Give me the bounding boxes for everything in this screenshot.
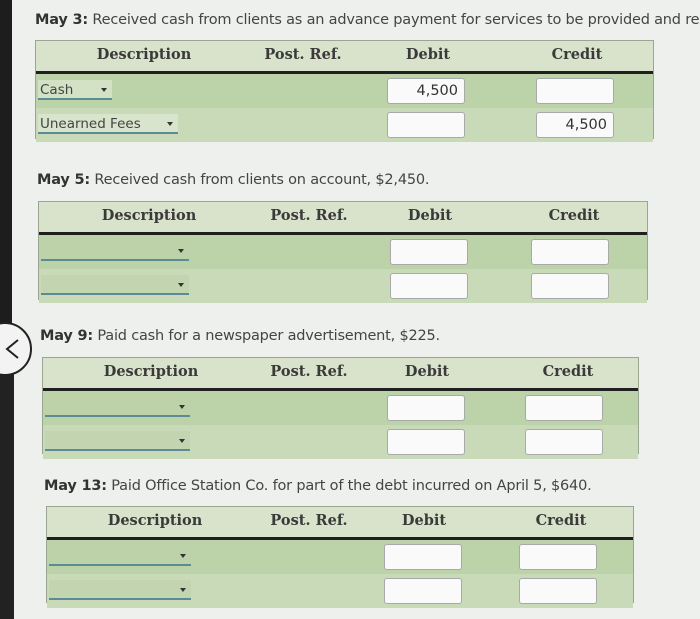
- debit-input[interactable]: [387, 429, 465, 455]
- entry-prompt: May 5: Received cash from clients on acc…: [37, 172, 430, 188]
- journal-row: [39, 269, 647, 303]
- col-credit: Credit: [548, 207, 600, 224]
- credit-input[interactable]: [536, 78, 614, 104]
- dropdown-caret-icon: [179, 405, 185, 409]
- col-post-ref: Post. Ref.: [264, 46, 342, 63]
- debit-input[interactable]: [390, 273, 468, 299]
- credit-input[interactable]: [531, 239, 609, 265]
- col-credit: Credit: [535, 512, 587, 529]
- entry-date: May 5:: [37, 172, 90, 188]
- chevron-left-icon: [5, 339, 19, 359]
- account-value: Cash: [40, 82, 74, 98]
- journal-row: [47, 574, 633, 608]
- col-description: Description: [107, 512, 203, 529]
- account-select[interactable]: [49, 580, 191, 600]
- entry-prompt: May 3: Received cash from clients as an …: [35, 12, 700, 28]
- journal-row: Unearned Fees 4,500: [36, 108, 653, 142]
- credit-input[interactable]: 4,500: [536, 112, 614, 138]
- dropdown-caret-icon: [178, 249, 184, 253]
- col-description: Description: [101, 207, 197, 224]
- journal-header: Description Post. Ref. Debit Credit: [47, 507, 633, 540]
- journal-row: [43, 391, 638, 425]
- col-credit: Credit: [542, 363, 594, 380]
- journal-header: Description Post. Ref. Debit Credit: [39, 202, 647, 235]
- journal-row: [47, 540, 633, 574]
- debit-input[interactable]: [387, 112, 465, 138]
- col-post-ref: Post. Ref.: [270, 512, 348, 529]
- dropdown-caret-icon: [167, 122, 173, 126]
- debit-input[interactable]: [387, 395, 465, 421]
- entry-prompt: May 9: Paid cash for a newspaper adverti…: [40, 328, 440, 344]
- col-description: Description: [103, 363, 199, 380]
- back-button[interactable]: [0, 322, 32, 376]
- journal-header: Description Post. Ref. Debit Credit: [36, 41, 653, 74]
- dropdown-caret-icon: [101, 88, 107, 92]
- account-select[interactable]: [49, 546, 191, 566]
- debit-input[interactable]: [390, 239, 468, 265]
- dropdown-caret-icon: [179, 439, 185, 443]
- journal-row: [39, 235, 647, 269]
- journal-table: Description Post. Ref. Debit Credit Cash…: [35, 40, 654, 142]
- journal-table: Description Post. Ref. Debit Credit: [46, 506, 634, 608]
- credit-input[interactable]: [525, 395, 603, 421]
- debit-input[interactable]: [384, 544, 462, 570]
- debit-input[interactable]: [384, 578, 462, 604]
- journal-table: Description Post. Ref. Debit Credit: [38, 201, 648, 303]
- col-description: Description: [96, 46, 192, 63]
- account-select[interactable]: [45, 397, 190, 417]
- account-select[interactable]: [41, 241, 189, 261]
- debit-input[interactable]: 4,500: [387, 78, 465, 104]
- entry-prompt: May 13: Paid Office Station Co. for part…: [44, 478, 592, 494]
- credit-input[interactable]: [519, 544, 597, 570]
- entry-text: Received cash from clients as an advance…: [92, 12, 700, 28]
- entry-date: May 13:: [44, 478, 107, 494]
- dropdown-caret-icon: [180, 554, 186, 558]
- col-debit: Debit: [404, 363, 450, 380]
- credit-input[interactable]: [519, 578, 597, 604]
- col-post-ref: Post. Ref.: [270, 363, 348, 380]
- entry-text: Paid Office Station Co. for part of the …: [111, 478, 592, 494]
- dropdown-caret-icon: [178, 283, 184, 287]
- entry-text: Received cash from clients on account, $…: [94, 172, 430, 188]
- entry-date: May 3:: [35, 12, 88, 28]
- credit-input[interactable]: [525, 429, 603, 455]
- account-select[interactable]: [41, 275, 189, 295]
- account-select[interactable]: [45, 431, 190, 451]
- col-credit: Credit: [551, 46, 603, 63]
- journal-table: Description Post. Ref. Debit Credit: [42, 357, 639, 459]
- journal-header: Description Post. Ref. Debit Credit: [43, 358, 638, 391]
- entry-text: Paid cash for a newspaper advertisement,…: [97, 328, 440, 344]
- journal-row: Cash 4,500: [36, 74, 653, 108]
- account-select[interactable]: Unearned Fees: [38, 114, 178, 134]
- col-post-ref: Post. Ref.: [270, 207, 348, 224]
- dropdown-caret-icon: [180, 588, 186, 592]
- account-value: Unearned Fees: [40, 116, 141, 132]
- journal-row: [43, 425, 638, 459]
- entry-date: May 9:: [40, 328, 93, 344]
- account-select[interactable]: Cash: [38, 80, 112, 100]
- col-debit: Debit: [405, 46, 451, 63]
- credit-input[interactable]: [531, 273, 609, 299]
- col-debit: Debit: [401, 512, 447, 529]
- col-debit: Debit: [407, 207, 453, 224]
